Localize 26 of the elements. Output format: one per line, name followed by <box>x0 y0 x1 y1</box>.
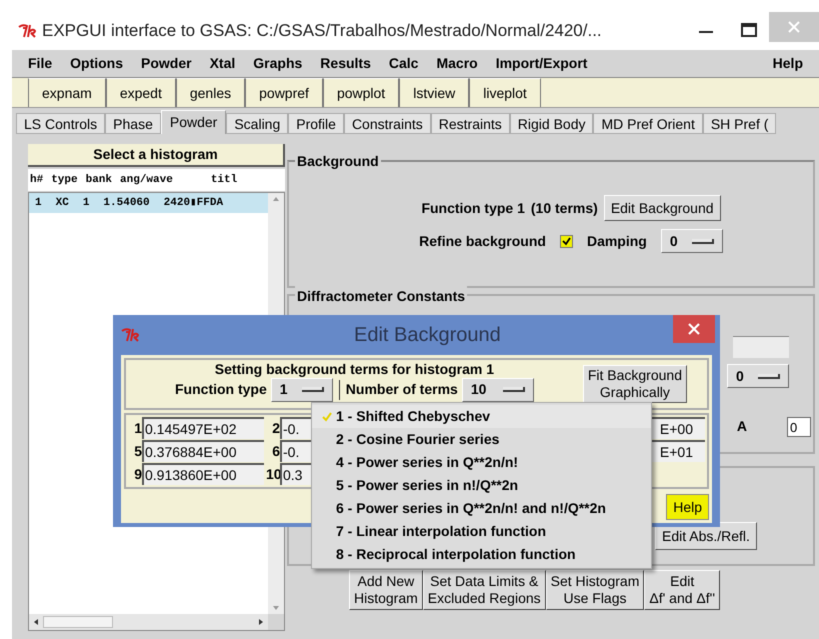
refine-label: Refine background <box>419 232 546 251</box>
column-header: bank <box>86 172 112 188</box>
table-cell-text: XC <box>56 196 69 211</box>
field-label: A <box>736 417 747 436</box>
function-type-label: Function type 1 <box>421 198 525 218</box>
column-header: type <box>51 172 78 188</box>
column-header: h# <box>30 172 44 188</box>
column-header: titl <box>210 172 238 188</box>
damping-label: Damping <box>586 232 647 251</box>
table-cell-text: 1 <box>35 196 42 211</box>
table-cell-text: 2420▮FFDA <box>164 196 224 211</box>
term-number: 1 <box>133 418 142 438</box>
term-number: 2 <box>271 418 280 438</box>
dialog-title: Edit Background <box>354 323 501 348</box>
panel-header: Select a histogram <box>28 144 285 167</box>
term-number: 9 <box>133 464 142 484</box>
term-number: 6 <box>271 442 280 460</box>
term-number: 5 <box>133 442 142 460</box>
table-cell-text: 1 <box>82 196 90 211</box>
terms-label: Number of terms <box>346 381 458 398</box>
dialog-heading: Setting background terms for histogram 1 <box>214 360 494 378</box>
function-type-label: Function type <box>175 381 267 398</box>
table-cell-text: 1.54060 <box>103 196 150 211</box>
column-header: ang/wave <box>120 172 173 188</box>
terms-label: (10 terms) <box>530 198 598 218</box>
window-title: EXPGUI interface to GSAS: C:/GSAS/Trabalhos/Mestrado/Normal/2420/... <box>42 20 602 42</box>
